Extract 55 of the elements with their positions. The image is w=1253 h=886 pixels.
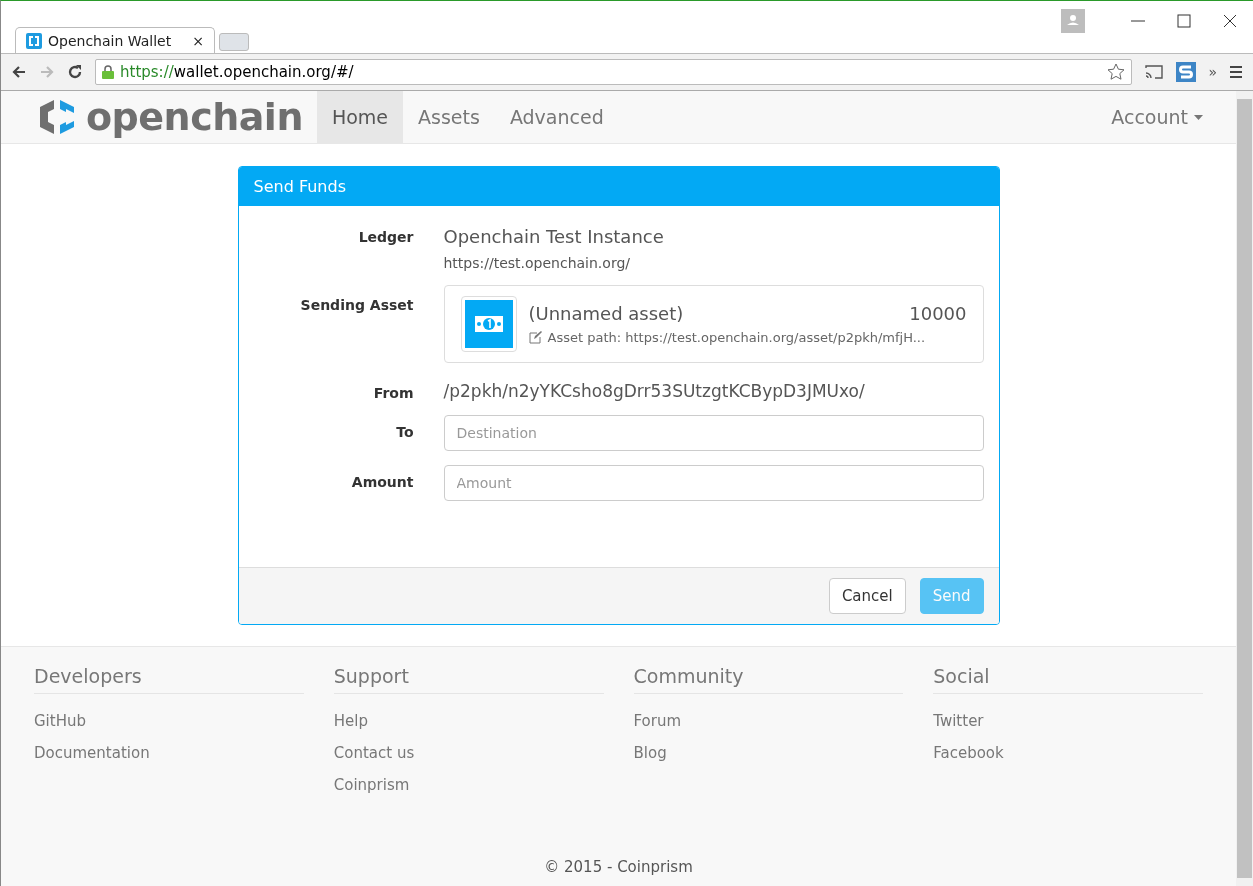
scrollbar[interactable] [1236, 91, 1253, 886]
footer-link[interactable]: Help [333, 712, 604, 730]
input-field[interactable]: Destination [443, 415, 984, 451]
reload-icon[interactable] [67, 64, 83, 80]
browser-tab[interactable]: Openchain Wallet × [15, 27, 215, 53]
footer-link[interactable]: Blog [633, 744, 904, 762]
new-tab-button[interactable] [219, 33, 249, 51]
nav-tab[interactable]: Advanced [494, 91, 619, 143]
logo-icon [26, 32, 42, 49]
panel-title: Send Funds [238, 167, 999, 206]
cancel-button[interactable]: Cancel [828, 578, 906, 614]
lock-icon [102, 65, 114, 79]
footer-link[interactable]: Coinprism [333, 776, 604, 794]
extension-icon[interactable] [1176, 62, 1197, 82]
footer-link[interactable]: Facebook [933, 744, 1203, 762]
field-label: To [395, 423, 414, 442]
nav-tab[interactable]: Assets [403, 91, 495, 143]
copyright: © 2015 - Coinprism [543, 858, 694, 876]
menu-icon[interactable] [1229, 65, 1243, 79]
footer-link[interactable]: Contact us [333, 744, 604, 762]
field-label: Ledger [357, 228, 414, 247]
url-text: https://wallet.openchain.org/#/ [120, 63, 355, 81]
field-label: Amount [350, 473, 414, 492]
cast-icon[interactable] [1144, 64, 1165, 80]
tab-title: Openchain Wallet [48, 32, 173, 49]
logo-text: openchain [86, 95, 303, 139]
field-label: From [372, 384, 414, 401]
footer-heading: Developers [34, 665, 304, 694]
star-icon[interactable] [1107, 63, 1126, 81]
footer-link[interactable]: GitHub [34, 712, 304, 730]
asset-name: (Unnamed asset) [528, 303, 684, 324]
user-icon[interactable] [1061, 9, 1085, 33]
footer-heading: Social [933, 665, 1203, 694]
from-address: /p2pkh/n2yYKCsho8gDrr53SUtzgtKCBypD3JMUxo/ [443, 380, 866, 401]
ledger-name: Openchain Test Instance [443, 226, 665, 247]
address-bar[interactable]: https://wallet.openchain.org/#/ [95, 59, 1133, 85]
account-menu[interactable]: Account [1096, 91, 1203, 143]
ledger-url: https://test.openchain.org/ [443, 255, 631, 271]
footer-heading: Community [633, 665, 904, 694]
overflow-button[interactable]: » [1208, 64, 1217, 80]
asset-amount: 10000 [909, 303, 967, 324]
forward-icon[interactable] [39, 64, 55, 80]
tab-close[interactable]: × [192, 32, 204, 49]
footer-link[interactable]: Twitter [933, 712, 1203, 730]
edit-icon [528, 331, 542, 344]
caret-icon [1194, 114, 1203, 120]
footer-link[interactable]: Forum [633, 712, 904, 730]
banknote-icon [464, 300, 513, 348]
field-label: Sending Asset [299, 296, 414, 315]
footer-heading: Support [333, 665, 604, 694]
input-field[interactable]: Amount [443, 465, 984, 501]
asset-path: Asset path: https://test.openchain.org/asset/p2pkh/mfjH... [547, 330, 926, 345]
back-icon[interactable] [11, 64, 27, 80]
nav-tab[interactable]: Home [316, 91, 404, 143]
footer-link[interactable]: Documentation [34, 744, 304, 762]
